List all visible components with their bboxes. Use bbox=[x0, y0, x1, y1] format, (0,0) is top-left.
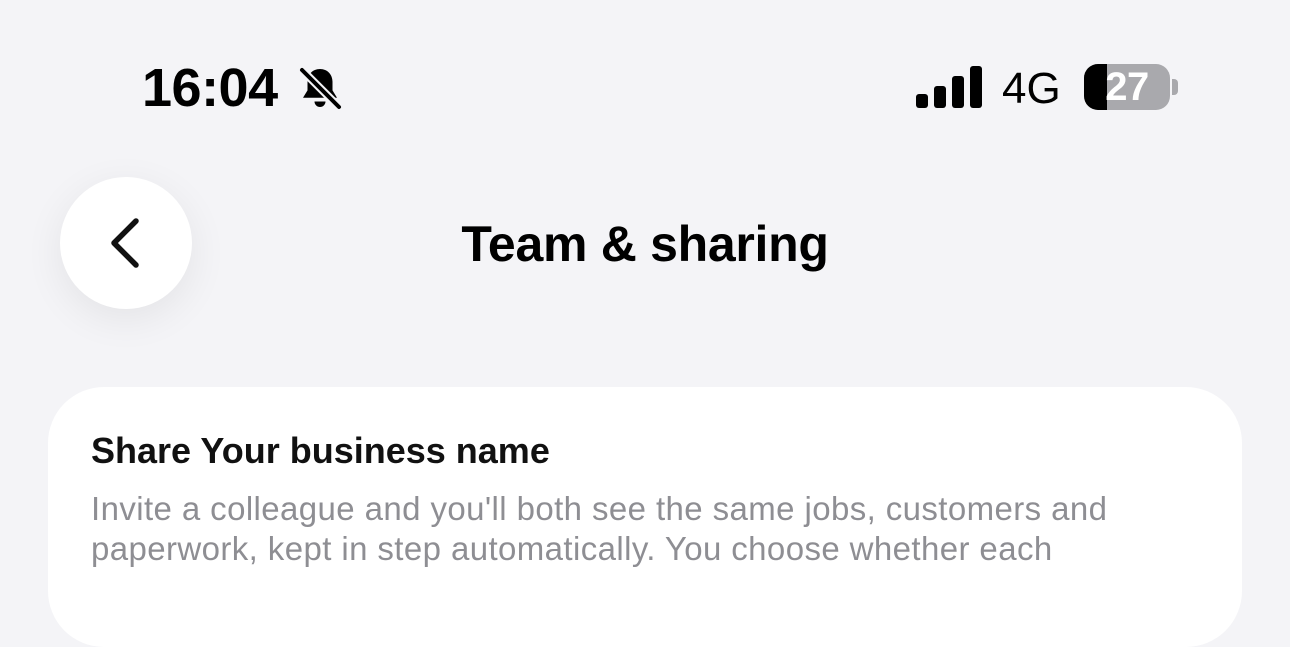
bell-slash-icon bbox=[298, 66, 343, 111]
page-title: Team & sharing bbox=[461, 216, 829, 272]
battery-indicator: 27 bbox=[1084, 64, 1170, 110]
card-description: Invite a colleague and you'll both see t… bbox=[91, 490, 1108, 567]
sharing-card: Share Your business name Invite a collea… bbox=[48, 387, 1242, 647]
battery-cap bbox=[1172, 79, 1178, 95]
network-type: 4G bbox=[1002, 64, 1061, 113]
status-bar: 16:04 4G 27 bbox=[0, 0, 1290, 160]
battery-level: 27 bbox=[1105, 65, 1149, 109]
cellular-signal-icon bbox=[916, 66, 982, 108]
status-time: 16:04 bbox=[142, 58, 278, 118]
card-title: Share Your business name bbox=[91, 430, 550, 471]
